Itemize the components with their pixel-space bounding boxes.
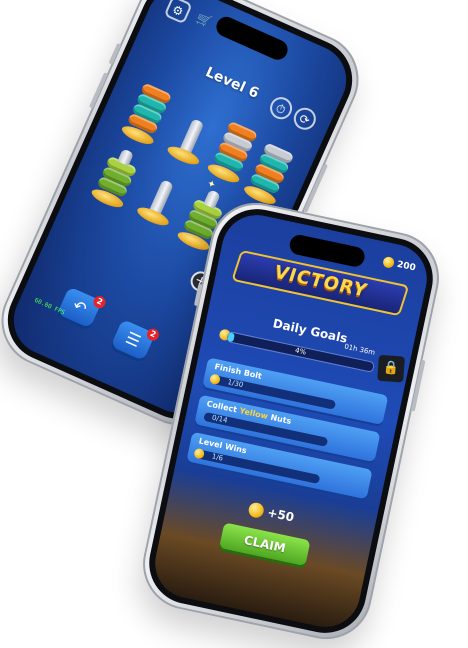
coin-icon: [193, 447, 206, 460]
coin-icon: [209, 373, 221, 386]
undo-badge: 2: [91, 294, 108, 311]
sparkle-icon: ✦: [204, 178, 218, 192]
goal-count: 0/14: [211, 413, 229, 425]
help-button[interactable]: ☰ 2: [110, 318, 161, 362]
cart-icon[interactable]: 🛒: [189, 7, 218, 36]
undo-icon: ↶: [69, 295, 90, 319]
goal-count: 1/30: [226, 378, 244, 390]
coin-count: 200: [395, 259, 417, 274]
coin-icon: [247, 501, 266, 520]
coin-icon: [382, 255, 396, 269]
goal-progress-bar: 1/6: [193, 447, 321, 485]
level-title: Level 6: [203, 64, 262, 102]
goal-count: 1/6: [211, 452, 224, 463]
reward-value: +50: [266, 505, 296, 525]
help-badge: 2: [144, 326, 161, 343]
lock-icon[interactable]: 🔒: [377, 354, 405, 383]
gear-icon[interactable]: ⚙: [163, 0, 193, 25]
person-list-icon: ☰: [122, 327, 144, 352]
goal-title-highlight: Yellow: [238, 406, 269, 422]
coin-balance: 200: [382, 255, 417, 274]
undo-button[interactable]: ↶ 2: [57, 286, 108, 329]
goal-title-suffix: Nuts: [266, 412, 293, 426]
claim-button[interactable]: CLAIM: [219, 522, 311, 567]
